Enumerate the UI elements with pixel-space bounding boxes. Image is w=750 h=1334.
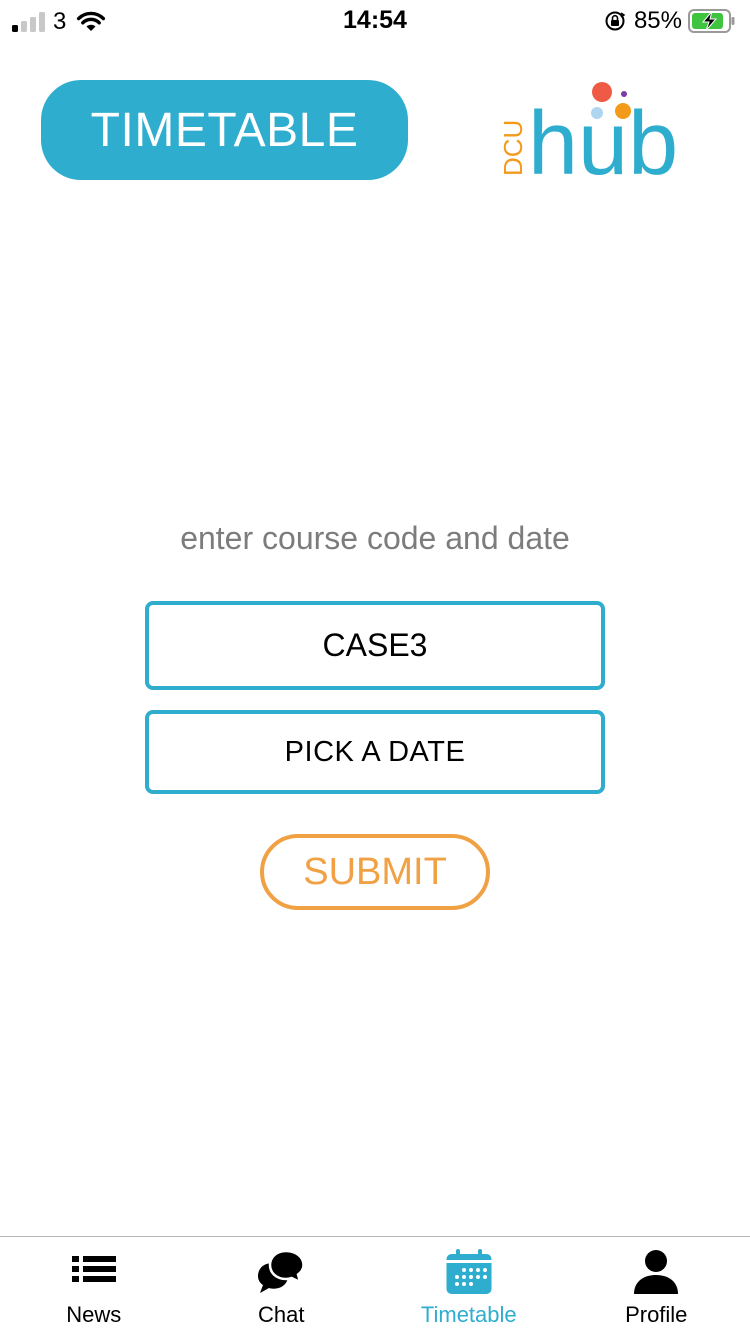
orientation-lock-icon: [605, 11, 626, 31]
page-title: TIMETABLE: [41, 80, 408, 180]
svg-text:DCU: DCU: [498, 120, 528, 176]
tab-timetable[interactable]: Timetable: [375, 1237, 563, 1334]
chat-icon: [258, 1249, 306, 1293]
tab-label-news: News: [66, 1302, 122, 1327]
person-icon: [634, 1250, 679, 1294]
battery-charging-icon: [688, 9, 735, 33]
submit-button[interactable]: SUBMIT: [260, 834, 490, 910]
status-right: 85%: [604, 7, 736, 35]
battery-percentage: 85%: [633, 7, 682, 34]
dcu-hub-logo: DCU hub: [498, 82, 678, 186]
tab-label-timetable: Timetable: [420, 1302, 517, 1327]
svg-text:hub: hub: [528, 94, 678, 186]
list-icon: [71, 1256, 116, 1282]
tab-chat[interactable]: Chat: [188, 1237, 376, 1334]
course-code-input[interactable]: [145, 601, 605, 690]
tab-profile[interactable]: Profile: [563, 1237, 750, 1334]
tab-news[interactable]: News: [0, 1237, 188, 1334]
tab-label-profile: Profile: [625, 1302, 688, 1327]
bottom-tab-bar: News Chat Timetable Profile: [0, 1236, 750, 1334]
pick-date-button[interactable]: PICK A DATE: [145, 710, 605, 794]
calendar-icon: [446, 1249, 492, 1294]
tab-label-chat: Chat: [258, 1302, 305, 1327]
status-bar: 3 14:54 85%: [0, 0, 750, 42]
form-instruction: enter course code and date: [180, 520, 570, 556]
